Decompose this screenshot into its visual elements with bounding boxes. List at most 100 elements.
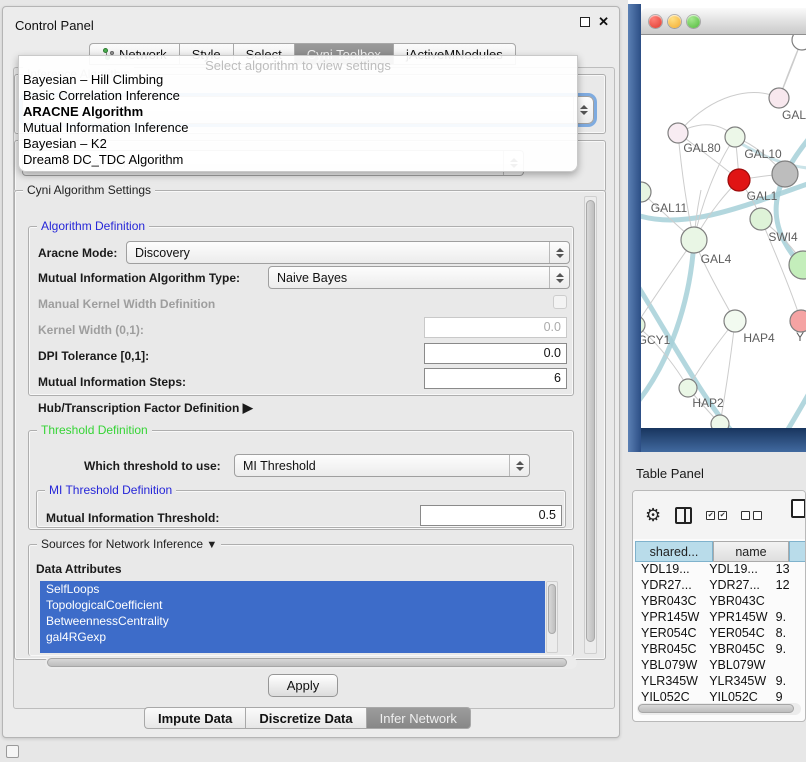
table-cell[interactable]: 12	[770, 578, 805, 594]
document-icon[interactable]	[791, 499, 806, 518]
network-node[interactable]	[711, 415, 729, 428]
mi-type-combo[interactable]: Naive Bayes	[268, 266, 570, 289]
network-node[interactable]	[792, 35, 806, 50]
network-node-gal11[interactable]	[641, 182, 651, 202]
table-row[interactable]: YER054CYER054C8.	[635, 626, 805, 642]
table-cell[interactable]: YBR043C	[635, 594, 703, 610]
sources-toggle[interactable]: Sources for Network Inference ▼	[37, 537, 221, 551]
network-node-gal10[interactable]	[725, 127, 745, 147]
table-cell[interactable]: 9.	[770, 674, 805, 690]
table-row[interactable]: YDR27...YDR27...12	[635, 578, 805, 594]
network-node-label: GAL	[782, 108, 806, 122]
table-cell[interactable]: YDL19...	[703, 562, 769, 578]
close-icon[interactable]: ✕	[598, 17, 609, 27]
network-node-swi4[interactable]	[750, 208, 772, 230]
table-cell[interactable]: 13	[770, 562, 805, 578]
table-row[interactable]: YDL19...YDL19...13	[635, 562, 805, 578]
algorithm-option[interactable]: Dream8 DC_TDC Algorithm	[19, 152, 577, 168]
table-horizontal-scrollbar[interactable]	[637, 703, 801, 715]
gear-icon[interactable]: ⚙	[645, 506, 661, 524]
zoom-traffic-light-icon[interactable]	[687, 15, 700, 28]
list-vertical-scrollbar[interactable]	[546, 581, 558, 653]
table-row[interactable]: YBR043CYBR043C	[635, 594, 805, 610]
table-cell[interactable]: YDR27...	[703, 578, 769, 594]
table-cell[interactable]: YBL079W	[703, 658, 769, 674]
table-body: YDL19...YDL19...13YDR27...YDR27...12YBR0…	[635, 562, 805, 706]
table-cell[interactable]: YPR145W	[703, 610, 769, 626]
network-node-gal80[interactable]	[668, 123, 688, 143]
table-row[interactable]: YPR145WYPR145W9.	[635, 610, 805, 626]
network-node-gal1[interactable]	[728, 169, 750, 191]
data-attributes-list: SelfLoops TopologicalCoefficient Between…	[40, 581, 545, 653]
table-cell[interactable]: YBL079W	[635, 658, 703, 674]
table-cell[interactable]: YDL19...	[635, 562, 703, 578]
table-cell[interactable]	[770, 658, 805, 674]
close-traffic-light-icon[interactable]	[649, 15, 662, 28]
table-cell[interactable]: YER054C	[635, 626, 703, 642]
which-threshold-combo[interactable]: MI Threshold	[234, 454, 530, 477]
split-view-icon[interactable]	[675, 507, 692, 524]
table-cell[interactable]: YBR045C	[635, 642, 703, 658]
chevron-updown-icon	[549, 267, 569, 288]
column-header-shared[interactable]: shared...	[635, 541, 713, 562]
scrollbar-thumb[interactable]	[638, 704, 794, 713]
table-cell[interactable]: YBR043C	[703, 594, 769, 610]
table-cell[interactable]: 8.	[770, 626, 805, 642]
column-header-name[interactable]: name	[713, 541, 789, 562]
network-window-titlebar[interactable]	[641, 8, 806, 35]
table-row[interactable]: YLR345WYLR345W9.	[635, 674, 805, 690]
scrollbar-thumb[interactable]	[548, 584, 556, 634]
minimize-traffic-light-icon[interactable]	[668, 15, 681, 28]
scrollbar-thumb[interactable]	[586, 200, 595, 642]
tab-discretize-data[interactable]: Discretize Data	[245, 707, 365, 729]
network-node-gal[interactable]	[769, 88, 789, 108]
dpi-tolerance-field[interactable]: 0.0	[424, 343, 567, 364]
sources-title: Sources for Network Inference	[41, 537, 203, 551]
algorithm-option[interactable]: Bayesian – K2	[19, 136, 577, 152]
column-header-partial[interactable]	[789, 541, 806, 562]
aracne-mode-combo[interactable]: Discovery	[126, 241, 570, 264]
list-item[interactable]: gal4RGexp	[40, 629, 545, 645]
network-frame-border	[641, 428, 806, 452]
tab-infer-network[interactable]: Infer Network	[366, 707, 471, 729]
table-cell[interactable]: YBR045C	[703, 642, 769, 658]
network-canvas[interactable]: GALGAL80GAL10GAL1GAL11SWI4GAL4GCY1HAP4YH…	[641, 35, 806, 428]
select-all-icon[interactable]: ✔✔	[706, 511, 727, 520]
tab-impute-data[interactable]: Impute Data	[144, 707, 245, 729]
minimized-panel-icon[interactable]	[6, 745, 19, 758]
network-node-label: HAP4	[743, 331, 775, 345]
network-node-label: GAL11	[651, 201, 688, 215]
table-cell[interactable]: 9.	[770, 610, 805, 626]
network-node[interactable]	[772, 161, 798, 187]
table-cell[interactable]	[770, 594, 805, 610]
table-cell[interactable]: YLR345W	[703, 674, 769, 690]
table-cell[interactable]: YLR345W	[635, 674, 703, 690]
algorithm-option[interactable]: Bayesian – Hill Climbing	[19, 72, 577, 88]
list-item[interactable]: BetweennessCentrality	[40, 613, 545, 629]
algorithm-option-selected[interactable]: ARACNE Algorithm	[19, 104, 577, 120]
settings-horizontal-scrollbar[interactable]	[45, 657, 577, 669]
table-cell[interactable]: 9.	[770, 642, 805, 658]
algorithm-option[interactable]: Mutual Information Inference	[19, 120, 577, 136]
network-node-y[interactable]	[790, 310, 806, 332]
apply-button[interactable]: Apply	[268, 674, 338, 697]
hub-definition-toggle[interactable]: Hub/Transcription Factor Definition ▶	[38, 400, 253, 416]
network-node-gal4[interactable]	[681, 227, 707, 253]
table-row[interactable]: YBL079WYBL079W	[635, 658, 805, 674]
deselect-all-icon[interactable]	[741, 511, 762, 520]
network-node-hap4[interactable]	[724, 310, 746, 332]
table-cell[interactable]: YDR27...	[635, 578, 703, 594]
mi-steps-field[interactable]: 6	[424, 368, 567, 389]
table-cell[interactable]: YER054C	[703, 626, 769, 642]
list-item[interactable]: TopologicalCoefficient	[40, 597, 545, 613]
float-window-icon[interactable]	[580, 17, 590, 27]
settings-vertical-scrollbar[interactable]	[584, 196, 597, 654]
algorithm-option[interactable]: Basic Correlation Inference	[19, 88, 577, 104]
scrollbar-thumb[interactable]	[47, 658, 567, 667]
list-item[interactable]: SelfLoops	[40, 581, 545, 597]
network-node-hap2[interactable]	[679, 379, 697, 397]
network-node-gcy1[interactable]	[641, 316, 645, 334]
mi-threshold-field[interactable]: 0.5	[420, 505, 562, 526]
table-cell[interactable]: YPR145W	[635, 610, 703, 626]
table-row[interactable]: YBR045CYBR045C9.	[635, 642, 805, 658]
